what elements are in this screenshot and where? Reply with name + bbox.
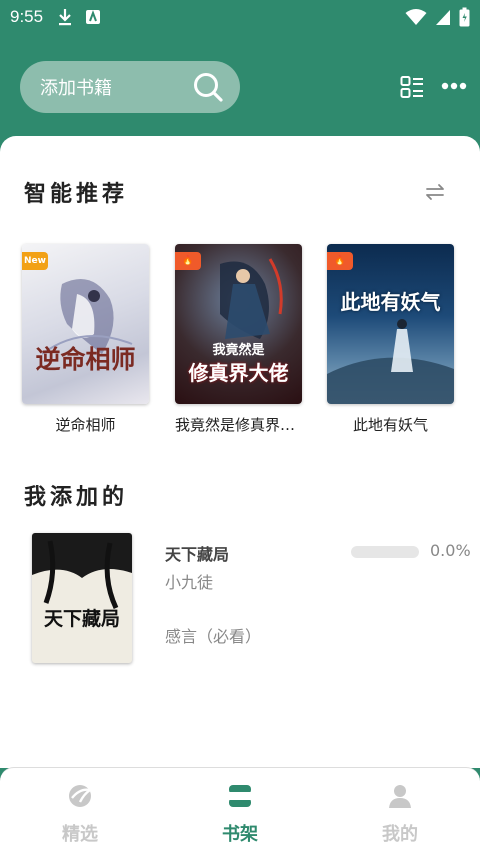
added-book-cover[interactable]: 天下藏局 (32, 533, 132, 663)
search-icon[interactable] (192, 71, 224, 103)
search-input[interactable]: 添加书籍 (20, 61, 240, 113)
cover-title: 修真界大佬 (188, 361, 289, 385)
cover-title: 逆命相师 (35, 345, 136, 374)
added-book-author: 小九徒 (165, 573, 214, 592)
book-cover[interactable]: 🔥 我竟然是 修真界大佬 (175, 244, 302, 404)
nav-item-featured[interactable]: 精选 (0, 768, 160, 853)
added-book-title[interactable]: 天下藏局 (165, 541, 229, 565)
refresh-swap-icon[interactable] (424, 181, 446, 203)
nav-item-bookshelf[interactable]: 书架 (160, 768, 320, 853)
header: 添加书籍 (0, 34, 480, 138)
signal-icon (436, 10, 450, 25)
user-icon (389, 785, 411, 808)
download-icon (59, 9, 72, 26)
list-view-icon[interactable] (400, 75, 424, 99)
more-icon[interactable] (441, 81, 467, 91)
wifi-icon (405, 9, 427, 25)
recommend-book-card[interactable]: 🔥 此地有妖气 此地有妖气 (327, 244, 454, 435)
battery-icon (459, 7, 470, 27)
nav-label: 书架 (222, 824, 258, 845)
cover-title: 此地有妖气 (340, 290, 441, 314)
new-badge: New (22, 252, 48, 270)
book-title[interactable]: 我竟然是修真界大佬 (175, 414, 302, 435)
status-bar: 9:55 (0, 0, 480, 34)
bookshelf-panel: 智能推荐 New 逆命相师 逆命相师 🔥 我竟然是 修真界大佬 我竟然是修真界大… (0, 136, 480, 768)
bookshelf-icon (229, 785, 251, 807)
reading-progress-text: 0.0% (430, 541, 471, 560)
cover-title: 天下藏局 (43, 608, 120, 630)
hot-badge: 🔥 (327, 252, 353, 270)
nav-item-mine[interactable]: 我的 (320, 768, 480, 853)
status-time: 9:55 (10, 7, 44, 26)
cover-figure (32, 533, 132, 610)
search-placeholder: 添加书籍 (40, 78, 112, 99)
section-title-added: 我添加的 (24, 485, 129, 510)
added-book-note[interactable]: 感言（必看） (165, 623, 261, 647)
recommend-book-card[interactable]: 🔥 我竟然是 修真界大佬 我竟然是修真界大佬 (175, 244, 302, 435)
book-cover[interactable]: New 逆命相师 (22, 244, 149, 404)
app-notification-icon (86, 10, 101, 24)
reading-progress-bar (351, 546, 419, 558)
recommend-book-card[interactable]: New 逆命相师 逆命相师 (22, 244, 149, 435)
hot-badge: 🔥 (175, 252, 201, 270)
bottom-nav: 精选 书架 我的 (0, 767, 480, 853)
nav-label: 我的 (382, 824, 418, 845)
book-title[interactable]: 此地有妖气 (327, 414, 454, 435)
book-title[interactable]: 逆命相师 (22, 414, 149, 435)
cover-subtitle: 我竟然是 (212, 343, 265, 358)
featured-leaf-icon (69, 785, 94, 807)
book-cover[interactable]: 🔥 此地有妖气 (327, 244, 454, 404)
nav-label: 精选 (62, 824, 98, 845)
section-title-recommend: 智能推荐 (24, 182, 129, 207)
